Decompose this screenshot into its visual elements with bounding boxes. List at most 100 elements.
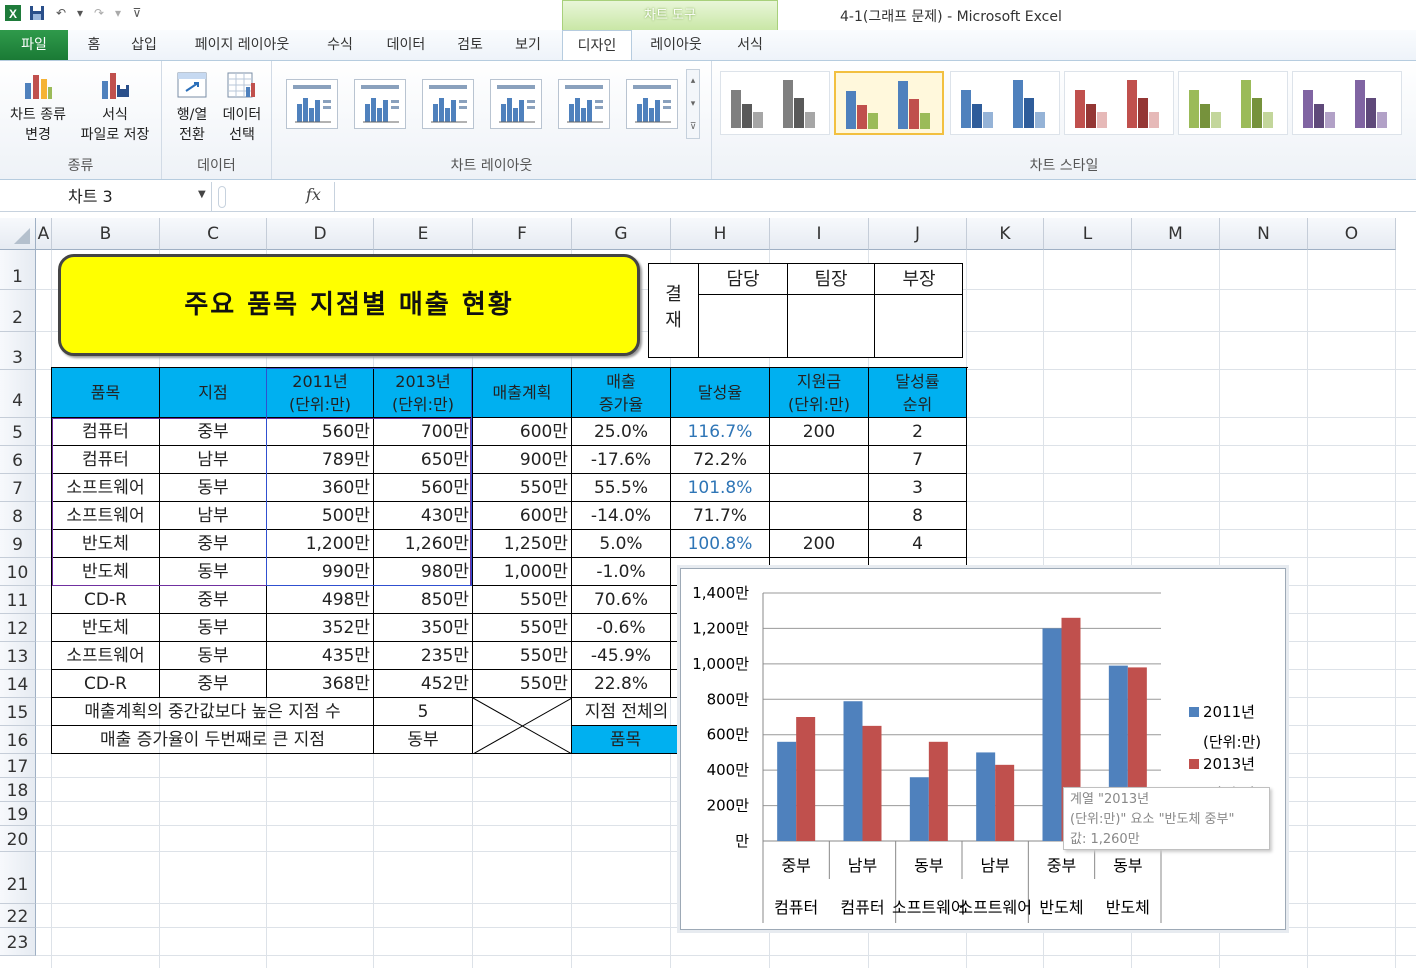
table-cell[interactable]: 4 [869, 530, 967, 558]
row-header-21[interactable]: 21 [0, 852, 36, 904]
table-header-cell[interactable]: 품목 [52, 368, 160, 418]
table-cell[interactable]: 동부 [160, 614, 267, 642]
layout-gallery-scroll[interactable]: ▴ ▾ ⊽ [686, 69, 700, 139]
chart-layout-3[interactable] [422, 79, 474, 129]
column-header-O[interactable]: O [1308, 218, 1396, 250]
table-header-cell[interactable]: 달성률 순위 [869, 368, 967, 418]
undo-dropdown-icon[interactable]: ▾ [76, 4, 84, 22]
table-cell[interactable]: -1.0% [572, 558, 671, 586]
name-box-dropdown-icon[interactable]: ▼ [198, 189, 206, 200]
chart-layout-4[interactable] [490, 79, 542, 129]
table-cell[interactable] [770, 502, 869, 530]
insert-function-icon[interactable]: fx [306, 185, 321, 204]
table-cell[interactable]: 3 [869, 474, 967, 502]
column-header-K[interactable]: K [967, 218, 1044, 250]
chart-style-4[interactable] [1064, 71, 1174, 135]
table-cell[interactable]: 8 [869, 502, 967, 530]
table-cell[interactable]: CD-R [52, 586, 160, 614]
tab-format[interactable]: 서식 [728, 30, 772, 60]
undo-icon[interactable]: ↶ [52, 4, 70, 22]
tab-formulas[interactable]: 수식 [320, 30, 360, 60]
table-header-cell[interactable]: 지원금 (단위:만) [770, 368, 869, 418]
save-icon[interactable] [28, 4, 46, 22]
chart-style-2[interactable] [834, 71, 944, 135]
row-header-4[interactable]: 4 [0, 370, 36, 418]
report-title[interactable]: 주요 품목 지점별 매출 현황 [58, 254, 640, 356]
table-cell[interactable]: 남부 [160, 502, 267, 530]
select-all-button[interactable] [0, 218, 36, 250]
table-cell[interactable]: 550만 [473, 474, 572, 502]
table-cell[interactable]: 70.6% [572, 586, 671, 614]
table-cell[interactable]: 200 [770, 418, 869, 446]
name-box[interactable]: 차트 3 [0, 182, 212, 212]
row-header-20[interactable]: 20 [0, 826, 36, 852]
table-cell[interactable]: 789만 [267, 446, 374, 474]
customize-qat-icon[interactable]: ⊽ [128, 4, 146, 22]
change-chart-type-button[interactable]: 차트 종류 변경 [2, 69, 74, 145]
table-cell[interactable]: 중부 [160, 530, 267, 558]
table-cell[interactable]: 360만 [267, 474, 374, 502]
table-cell[interactable]: -14.0% [572, 502, 671, 530]
column-header-H[interactable]: H [671, 218, 770, 250]
select-data-button[interactable]: 데이터 선택 [218, 69, 266, 145]
row15-g-label[interactable]: 지점 전체의 [572, 698, 682, 726]
table-cell[interactable]: 550만 [473, 670, 572, 698]
table-header-cell[interactable]: 2011년 (단위:만) [267, 368, 374, 418]
row-header-8[interactable]: 8 [0, 502, 36, 530]
row-header-3[interactable]: 3 [0, 332, 36, 370]
table-cell[interactable]: 동부 [160, 642, 267, 670]
row-header-9[interactable]: 9 [0, 530, 36, 558]
table-cell[interactable]: 25.0% [572, 418, 671, 446]
column-header-I[interactable]: I [770, 218, 869, 250]
chart-style-1[interactable] [720, 71, 830, 135]
table-cell[interactable]: 2 [869, 418, 967, 446]
tab-insert[interactable]: 삽입 [124, 30, 164, 60]
tab-view[interactable]: 보기 [508, 30, 548, 60]
table-cell[interactable]: 498만 [267, 586, 374, 614]
row-header-6[interactable]: 6 [0, 446, 36, 474]
approval-sign-manager[interactable] [699, 295, 788, 358]
table-cell[interactable]: -0.6% [572, 614, 671, 642]
column-header-G[interactable]: G [572, 218, 671, 250]
table-cell[interactable]: 중부 [160, 586, 267, 614]
row-header-11[interactable]: 11 [0, 586, 36, 614]
table-cell[interactable]: 500만 [267, 502, 374, 530]
column-header-L[interactable]: L [1044, 218, 1132, 250]
save-as-template-button[interactable]: 서식 파일로 저장 [72, 69, 158, 145]
row-header-2[interactable]: 2 [0, 290, 36, 332]
approval-sign-director[interactable] [875, 295, 963, 358]
table-cell[interactable]: 352만 [267, 614, 374, 642]
table-cell[interactable]: 반도체 [52, 530, 160, 558]
row16-value[interactable]: 동부 [374, 726, 473, 754]
table-cell[interactable]: 600만 [473, 418, 572, 446]
table-cell[interactable]: 반도체 [52, 558, 160, 586]
table-header-cell[interactable]: 매출계획 [473, 368, 572, 418]
table-cell[interactable]: 22.8% [572, 670, 671, 698]
table-cell[interactable]: 980만 [374, 558, 473, 586]
row-header-22[interactable]: 22 [0, 904, 36, 928]
table-cell[interactable]: 116.7% [671, 418, 770, 446]
switch-row-column-button[interactable]: 행/열 전환 [168, 69, 216, 145]
column-header-D[interactable]: D [267, 218, 374, 250]
row15-value[interactable]: 5 [374, 698, 473, 726]
table-cell[interactable]: 1,260만 [374, 530, 473, 558]
tab-layout[interactable]: 레이아웃 [640, 30, 712, 60]
table-cell[interactable]: 350만 [374, 614, 473, 642]
table-cell[interactable]: 컴퓨터 [52, 446, 160, 474]
table-cell[interactable]: 71.7% [671, 502, 770, 530]
chart-style-6[interactable] [1292, 71, 1402, 135]
table-header-cell[interactable]: 2013년 (단위:만) [374, 368, 473, 418]
column-header-F[interactable]: F [473, 218, 572, 250]
table-cell[interactable]: -17.6% [572, 446, 671, 474]
table-cell[interactable]: 101.8% [671, 474, 770, 502]
approval-sign-team-lead[interactable] [788, 295, 875, 358]
chart-layout-2[interactable] [354, 79, 406, 129]
row-header-16[interactable]: 16 [0, 726, 36, 754]
table-header-cell[interactable]: 지점 [160, 368, 267, 418]
column-header-A[interactable]: A [36, 218, 52, 250]
row-header-18[interactable]: 18 [0, 778, 36, 802]
table-cell[interactable]: 동부 [160, 474, 267, 502]
table-cell[interactable] [770, 446, 869, 474]
table-header-cell[interactable]: 달성율 [671, 368, 770, 418]
table-cell[interactable]: 235만 [374, 642, 473, 670]
